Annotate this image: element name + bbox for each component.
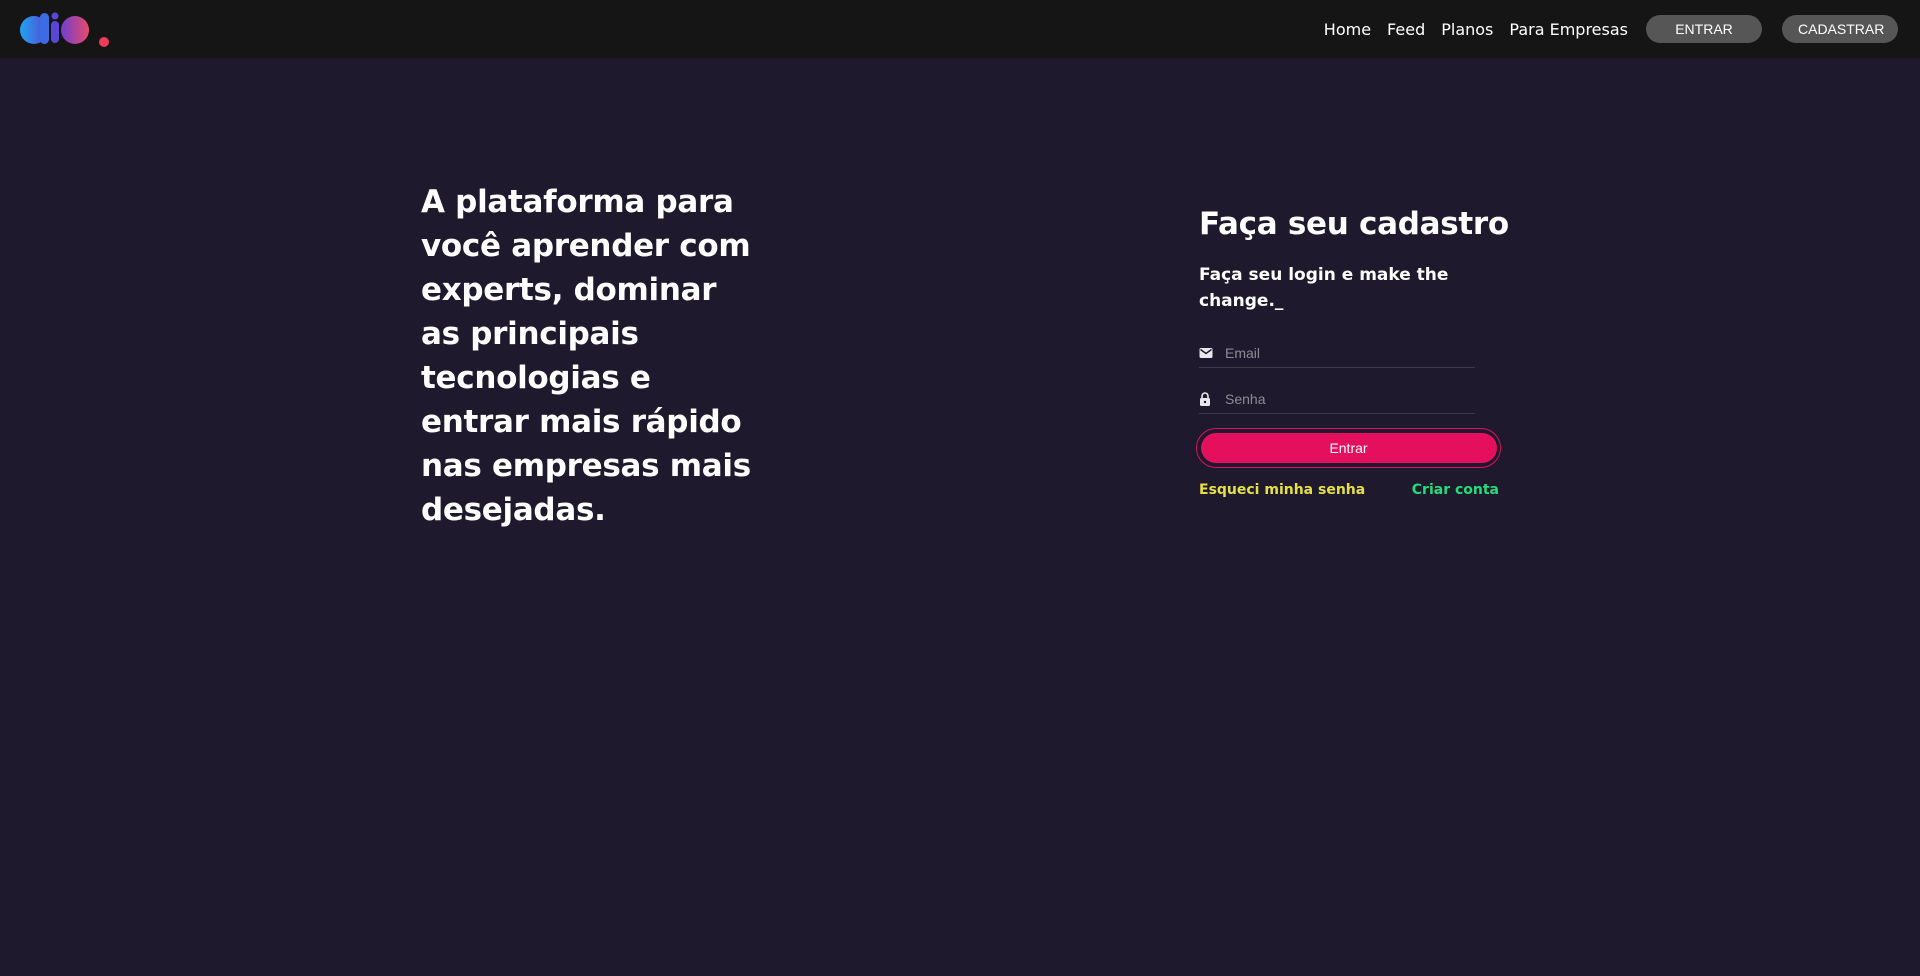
submit-button[interactable]: Entrar <box>1200 433 1497 463</box>
nav-para-empresas[interactable]: Para Empresas <box>1509 20 1628 39</box>
top-navbar: Home Feed Planos Para Empresas ENTRAR CA… <box>0 0 1920 58</box>
submit-focus-ring: Entrar <box>1196 428 1501 468</box>
main-nav: Home Feed Planos Para Empresas ENTRAR CA… <box>1324 15 1898 43</box>
password-field <box>1199 384 1475 414</box>
lock-icon <box>1199 391 1217 406</box>
login-button[interactable]: ENTRAR <box>1646 15 1762 43</box>
dio-logo[interactable] <box>18 0 112 58</box>
main-content: A plataforma para você aprender com expe… <box>0 58 1920 976</box>
forgot-password-link[interactable]: Esqueci minha senha <box>1199 482 1365 498</box>
form-title: Faça seu cadastro <box>1199 206 1509 242</box>
nav-feed[interactable]: Feed <box>1387 20 1425 39</box>
email-input[interactable] <box>1225 344 1465 361</box>
signup-button[interactable]: CADASTRAR <box>1782 15 1898 43</box>
hero-headline: A plataforma para você aprender com expe… <box>421 184 751 528</box>
signup-panel: Faça seu cadastro Faça seu login e make … <box>1196 204 1509 498</box>
mail-icon <box>1199 347 1217 359</box>
create-account-link[interactable]: Criar conta <box>1412 482 1499 498</box>
form-links: Esqueci minha senha Criar conta <box>1199 482 1499 498</box>
password-input[interactable] <box>1225 390 1465 407</box>
nav-planos[interactable]: Planos <box>1441 20 1493 39</box>
email-field <box>1199 338 1475 368</box>
dio-logo-mark <box>20 12 109 47</box>
nav-home[interactable]: Home <box>1324 20 1371 39</box>
form-subtitle: Faça seu login e make the change._ <box>1199 265 1449 311</box>
